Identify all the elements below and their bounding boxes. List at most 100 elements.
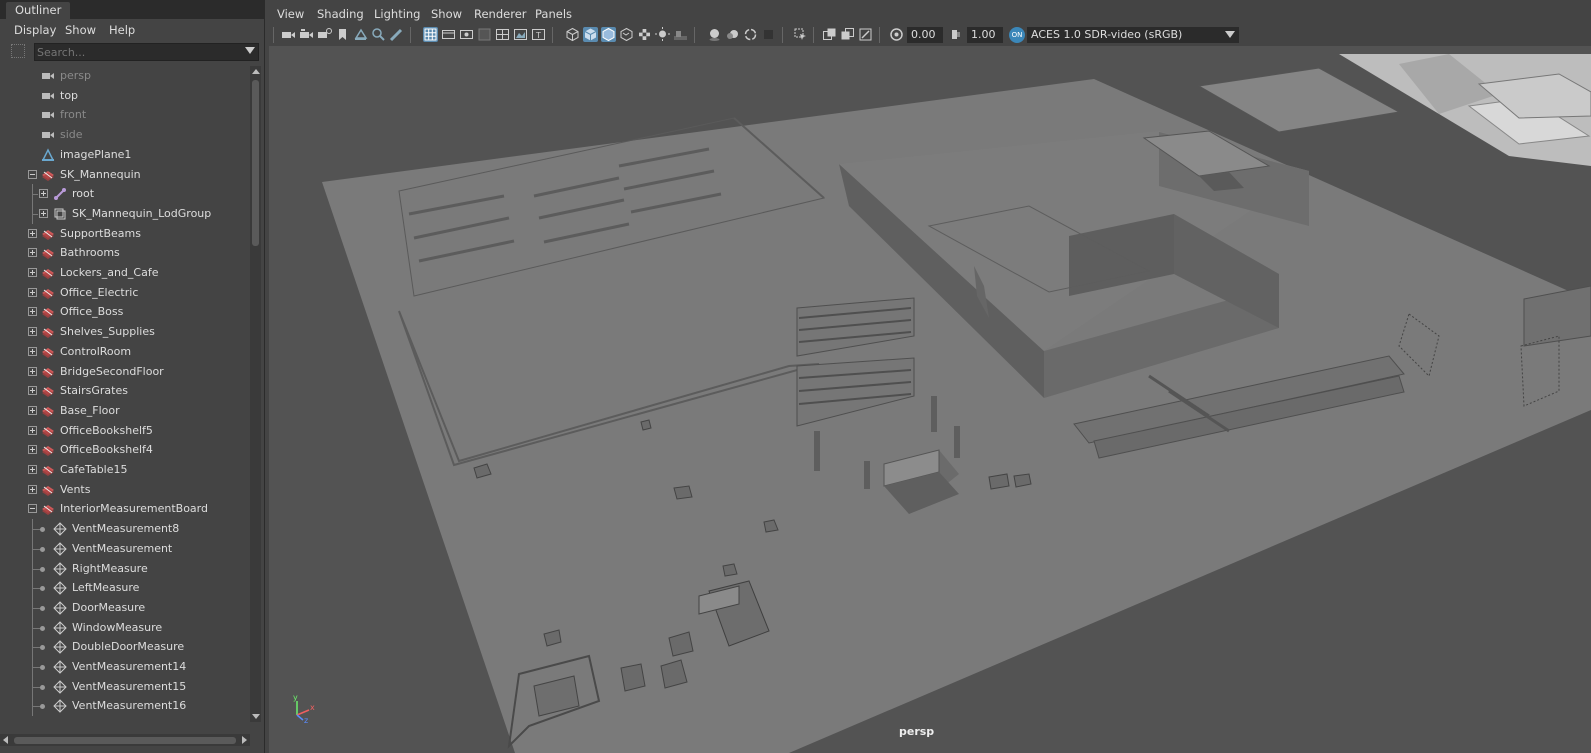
shadows-icon[interactable] [673,27,688,42]
motion-blur-icon[interactable] [725,27,740,42]
outliner-item[interactable]: VentMeasurement14 [0,657,250,677]
outliner-item[interactable]: SK_Mannequin_LodGroup [0,204,250,224]
safe-title-icon[interactable]: T [531,27,546,42]
outliner-search-box[interactable] [34,43,259,61]
scrollbar-thumb[interactable] [14,737,236,744]
scroll-left-arrow-icon[interactable] [3,736,8,744]
collapse-minus-icon[interactable] [28,170,37,179]
xray-active-components-icon[interactable] [840,27,855,42]
outliner-item[interactable]: DoorMeasure [0,598,250,618]
color-management-toggle[interactable]: ON [1009,27,1025,43]
outliner-item[interactable]: CafeTable15 [0,460,250,480]
exposure-field[interactable]: 0.00 [907,27,943,43]
menu-renderer[interactable]: Renderer [474,7,527,21]
outliner-item[interactable]: WindowMeasure [0,618,250,638]
gate-mask-icon[interactable] [477,27,492,42]
outliner-horizontal-scrollbar[interactable] [0,734,250,746]
wireframe-on-shaded-icon[interactable] [601,27,616,42]
expand-plus-icon[interactable] [28,248,37,257]
textured-icon[interactable] [619,27,634,42]
gamma-field[interactable]: 1.00 [967,27,1003,43]
filter-icon[interactable] [11,44,25,58]
expand-plus-icon[interactable] [28,288,37,297]
outliner-item[interactable]: Bathrooms [0,243,250,263]
expand-plus-icon[interactable] [28,327,37,336]
bookmarks-icon[interactable] [317,27,332,42]
smooth-shade-all-icon[interactable] [583,27,598,42]
two-d-pan-zoom-icon[interactable] [371,27,386,42]
use-all-lights-icon[interactable] [655,27,670,42]
scroll-right-arrow-icon[interactable] [242,736,247,744]
menu-show[interactable]: Show [431,7,462,21]
outliner-item[interactable]: LeftMeasure [0,578,250,598]
menu-view[interactable]: View [277,7,304,21]
outliner-item[interactable]: RightMeasure [0,559,250,579]
search-input[interactable] [37,44,237,60]
outliner-item[interactable]: StairsGrates [0,381,250,401]
collapse-minus-icon[interactable] [28,504,37,513]
expand-plus-icon[interactable] [28,347,37,356]
bookmark-icon[interactable] [335,27,350,42]
outliner-item[interactable]: SupportBeams [0,224,250,244]
resolution-gate-icon[interactable] [459,27,474,42]
scroll-down-arrow-icon[interactable] [252,714,260,719]
menu-shading[interactable]: Shading [317,7,364,21]
field-chart-icon[interactable] [495,27,510,42]
outliner-item[interactable]: Base_Floor [0,401,250,421]
outliner-tab[interactable]: Outliner [6,2,71,19]
expand-plus-icon[interactable] [28,268,37,277]
chevron-down-icon[interactable] [1225,31,1235,38]
menu-help[interactable]: Help [109,23,135,37]
menu-display[interactable]: Display [14,23,56,37]
outliner-item[interactable]: persp [0,66,250,86]
expand-plus-icon[interactable] [28,406,37,415]
expand-plus-icon[interactable] [39,189,48,198]
camera-attributes-icon[interactable] [299,27,314,42]
outliner-item[interactable]: VentMeasurement16 [0,696,250,716]
select-camera-icon[interactable] [281,27,296,42]
xray-icon[interactable] [822,27,837,42]
expand-plus-icon[interactable] [28,386,37,395]
outliner-item[interactable]: DoubleDoorMeasure [0,637,250,657]
menu-lighting[interactable]: Lighting [374,7,420,21]
outliner-item[interactable]: front [0,105,250,125]
outliner-vertical-scrollbar[interactable] [250,66,261,722]
outliner-item[interactable]: side [0,125,250,145]
menu-show[interactable]: Show [65,23,96,37]
scroll-up-arrow-icon[interactable] [252,69,260,74]
expand-plus-icon[interactable] [28,307,37,316]
xray-joints-icon[interactable] [858,27,873,42]
expand-plus-icon[interactable] [28,465,37,474]
outliner-item[interactable]: top [0,86,250,106]
isolate-select-icon[interactable] [793,27,808,42]
wireframe-icon[interactable] [565,27,580,42]
gamma-icon[interactable] [949,27,964,42]
outliner-item[interactable]: SK_Mannequin [0,165,250,185]
outliner-item[interactable]: root [0,184,250,204]
safe-action-icon[interactable] [513,27,528,42]
film-gate-icon[interactable] [441,27,456,42]
outliner-item[interactable]: Vents [0,480,250,500]
outliner-item[interactable]: InteriorMeasurementBoard [0,499,250,519]
outliner-item[interactable]: VentMeasurement15 [0,677,250,697]
expand-plus-icon[interactable] [39,209,48,218]
outliner-item[interactable]: Shelves_Supplies [0,322,250,342]
expand-plus-icon[interactable] [28,445,37,454]
outliner-item[interactable]: Office_Boss [0,302,250,322]
view-transform-dropdown[interactable]: ACES 1.0 SDR-video (sRGB) [1027,27,1239,43]
grease-pencil-icon[interactable] [389,27,404,42]
outliner-item[interactable]: BridgeSecondFloor [0,362,250,382]
screen-space-ao-icon[interactable] [707,27,722,42]
search-dropdown-arrow-icon[interactable] [245,47,255,54]
outliner-item[interactable]: OfficeBookshelf5 [0,421,250,441]
multisample-aa-icon[interactable] [743,27,758,42]
expand-plus-icon[interactable] [28,426,37,435]
expand-plus-icon[interactable] [28,367,37,376]
outliner-item[interactable]: Office_Electric [0,283,250,303]
outliner-item[interactable]: OfficeBookshelf4 [0,440,250,460]
expand-plus-icon[interactable] [28,229,37,238]
grid-icon[interactable] [423,27,438,42]
outliner-item[interactable]: imagePlane1 [0,145,250,165]
outliner-item[interactable]: ControlRoom [0,342,250,362]
menu-panels[interactable]: Panels [535,7,572,21]
